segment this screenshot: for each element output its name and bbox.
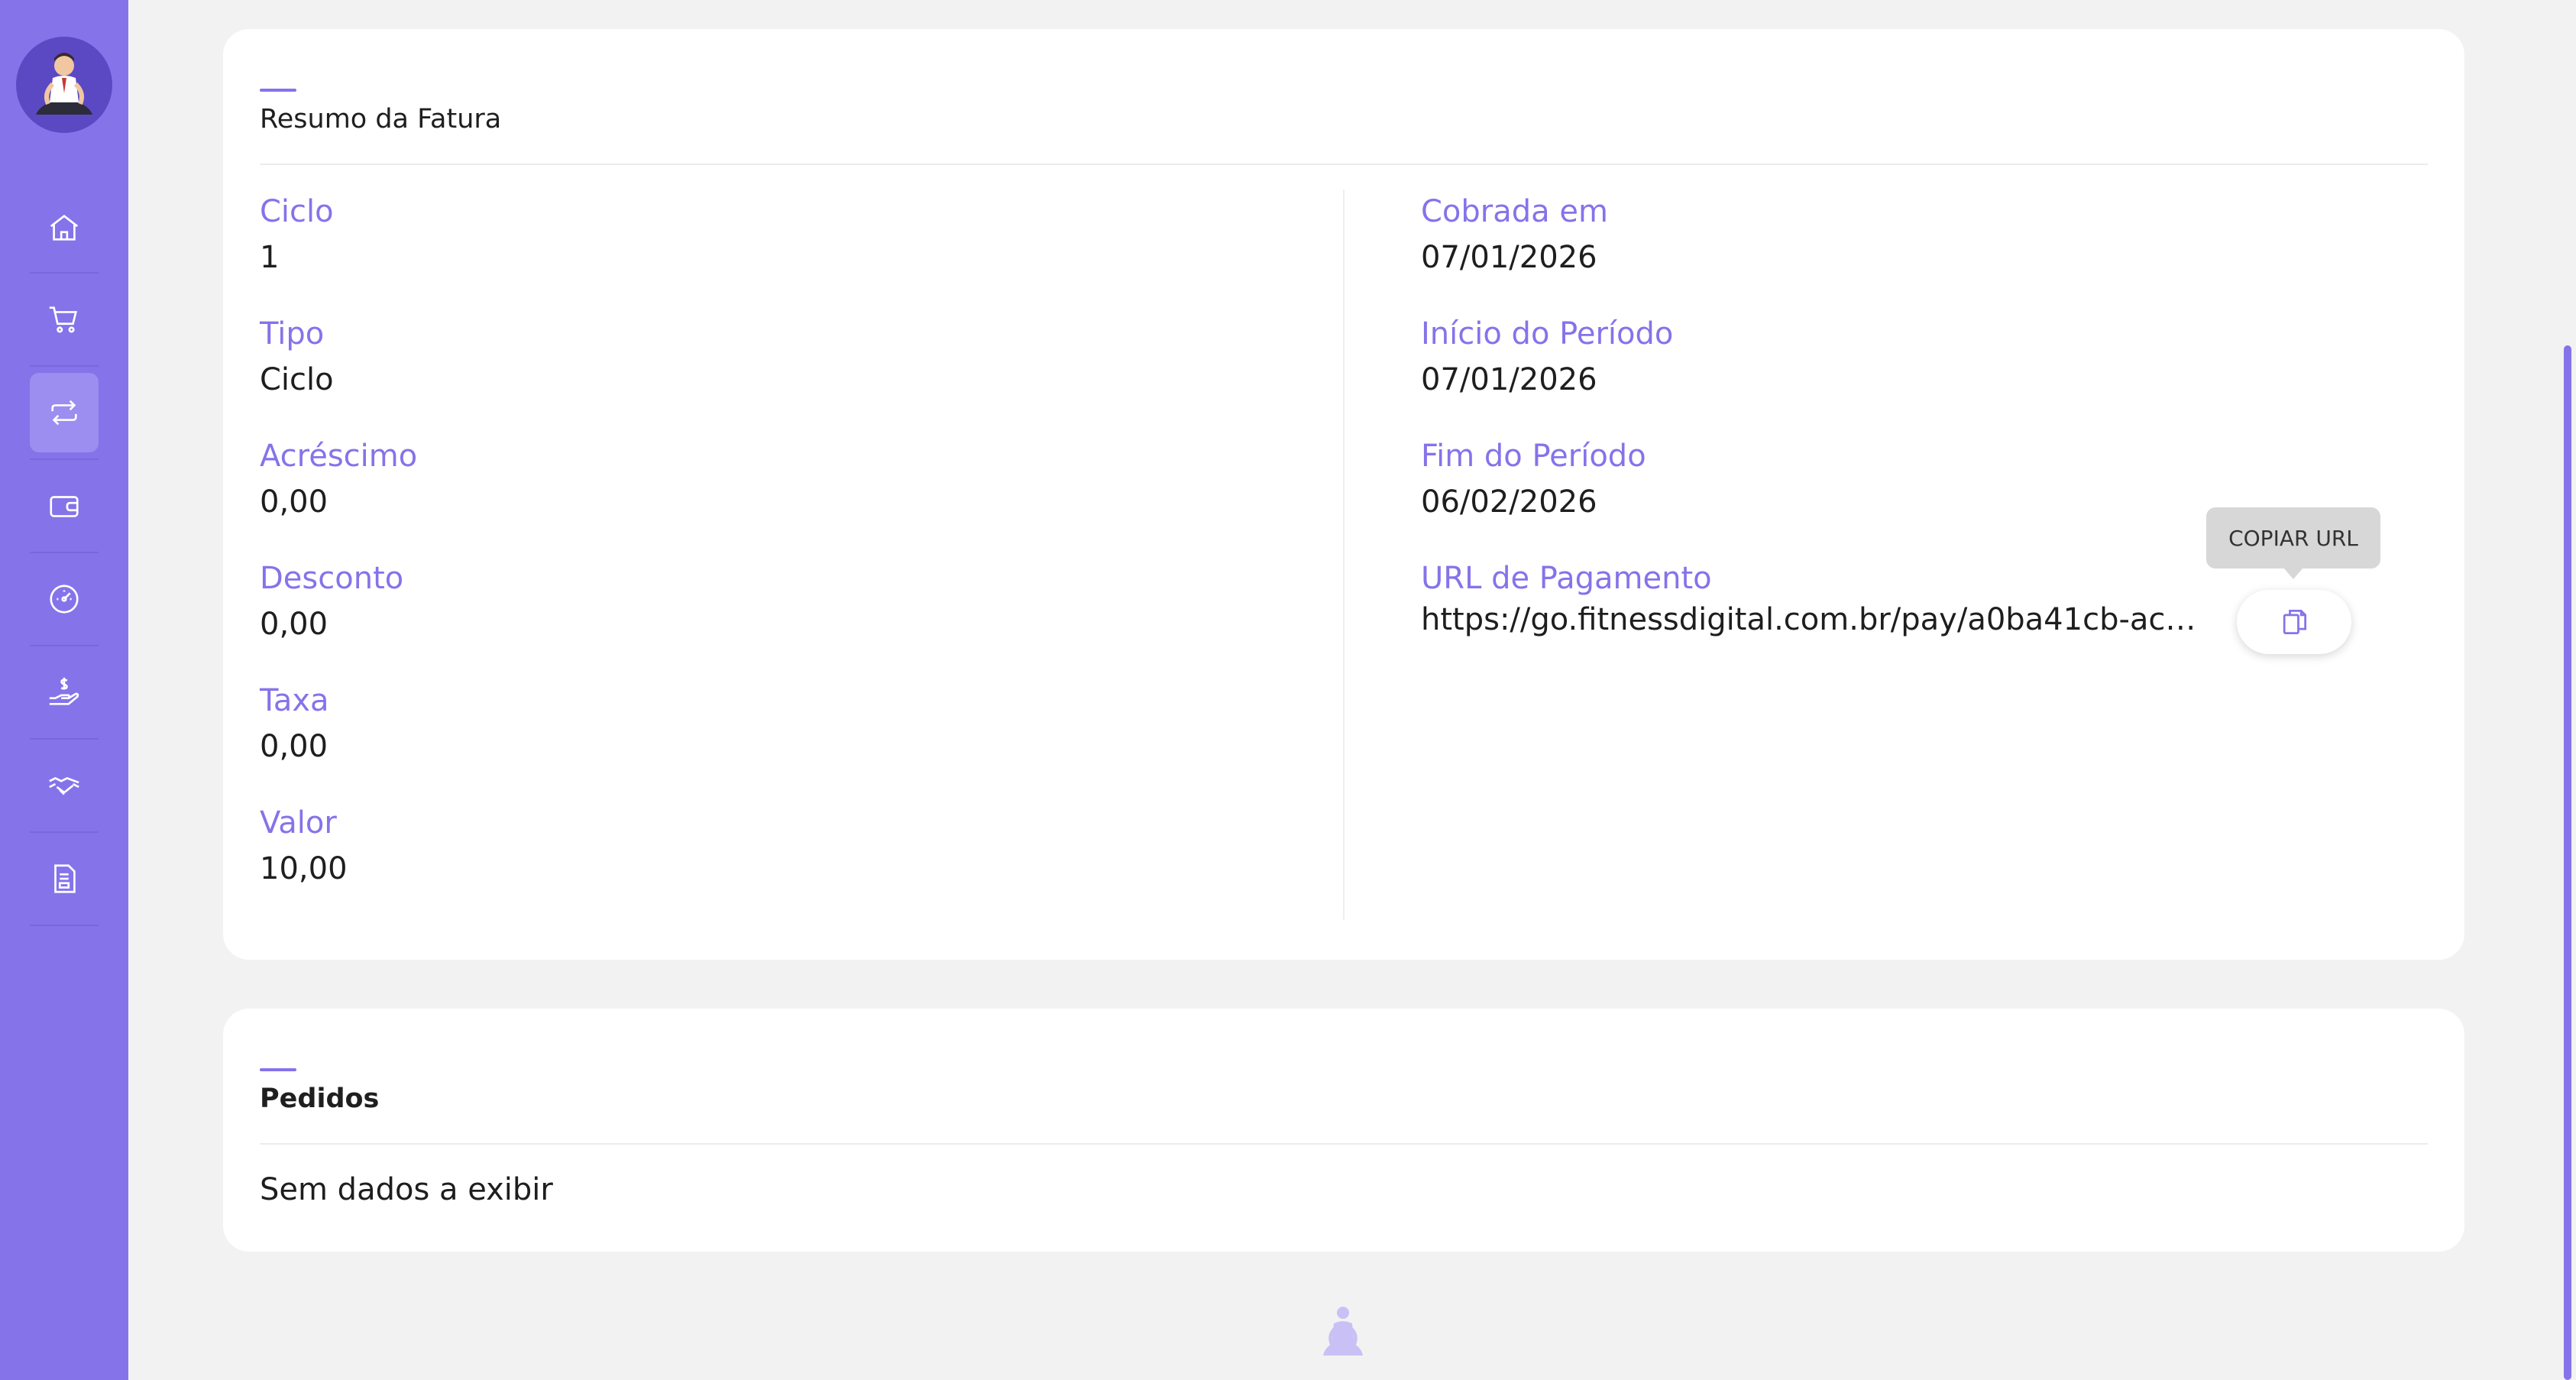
sidebar-item-wallet[interactable] xyxy=(30,466,99,546)
sidebar-item-cart[interactable] xyxy=(30,280,99,359)
card-divider xyxy=(260,1143,2428,1145)
field-label-amount: Valor xyxy=(260,805,337,841)
column-divider xyxy=(1343,190,1345,920)
cart-icon xyxy=(49,306,78,333)
sidebar-item-documents[interactable] xyxy=(30,839,99,918)
card-divider xyxy=(260,164,2428,165)
sidebar-item-payments[interactable] xyxy=(30,653,99,732)
handshake-icon xyxy=(49,776,79,795)
field-label-type: Tipo xyxy=(260,316,325,351)
document-icon xyxy=(54,864,76,893)
card-title: Pedidos xyxy=(260,1084,380,1114)
home-icon xyxy=(50,214,79,241)
copy-url-tooltip: COPIAR URL xyxy=(2206,507,2380,579)
field-value-payment-url[interactable]: https://go.fitnessdigital.com.br/pay/a0b… xyxy=(1421,602,2200,637)
sidebar-divider xyxy=(30,738,99,740)
field-label-charged-on: Cobrada em xyxy=(1421,194,1608,229)
footer-logo-icon xyxy=(1323,1307,1363,1356)
sidebar-divider xyxy=(30,365,99,367)
field-label-discount: Desconto xyxy=(260,561,404,596)
field-value-period-start: 07/01/2026 xyxy=(1421,362,1597,397)
card-title: Resumo da Fatura xyxy=(260,104,502,134)
field-label-fee: Taxa xyxy=(260,683,329,718)
field-value-type: Ciclo xyxy=(260,362,334,397)
sidebar xyxy=(0,0,128,1380)
sidebar-divider xyxy=(30,458,99,460)
copy-url-button[interactable] xyxy=(2237,590,2351,654)
sidebar-divider xyxy=(30,272,99,274)
sidebar-divider xyxy=(30,645,99,646)
field-value-discount: 0,00 xyxy=(260,607,328,642)
field-label-payment-url: URL de Pagamento xyxy=(1421,561,1712,596)
field-value-charged-on: 07/01/2026 xyxy=(1421,240,1597,275)
avatar[interactable] xyxy=(16,37,112,133)
field-label-surcharge: Acréscimo xyxy=(260,439,418,474)
dashboard-icon xyxy=(50,585,79,614)
yoga-mascot-icon xyxy=(36,53,92,115)
sidebar-item-partners[interactable] xyxy=(30,746,99,825)
field-label-period-start: Início do Período xyxy=(1421,316,1674,351)
copy-icon xyxy=(2283,609,2307,635)
card-accent-bar xyxy=(260,1068,296,1071)
sidebar-item-home[interactable] xyxy=(30,188,99,267)
sidebar-divider xyxy=(30,552,99,553)
field-label-cycle: Ciclo xyxy=(260,194,334,229)
field-value-fee: 0,00 xyxy=(260,729,328,764)
recurrence-icon xyxy=(51,400,77,426)
sidebar-item-recurrence[interactable] xyxy=(30,373,99,452)
card-accent-bar xyxy=(260,89,296,92)
sidebar-divider xyxy=(30,925,99,926)
wallet-icon xyxy=(50,496,79,517)
field-value-period-end: 06/02/2026 xyxy=(1421,484,1597,520)
field-value-amount: 10,00 xyxy=(260,851,348,886)
hand-money-icon xyxy=(49,677,79,705)
field-value-cycle: 1 xyxy=(260,240,280,275)
invoice-summary-card: Resumo da Fatura xyxy=(223,29,2464,960)
field-label-period-end: Fim do Período xyxy=(1421,439,1646,474)
sidebar-divider xyxy=(30,831,99,833)
orders-card: Pedidos Sem dados a exibir xyxy=(223,1009,2464,1252)
sidebar-item-dashboard[interactable] xyxy=(30,559,99,639)
empty-state-text: Sem dados a exibir xyxy=(260,1172,553,1207)
scrollbar-thumb[interactable] xyxy=(2564,345,2571,1380)
field-value-surcharge: 0,00 xyxy=(260,484,328,520)
